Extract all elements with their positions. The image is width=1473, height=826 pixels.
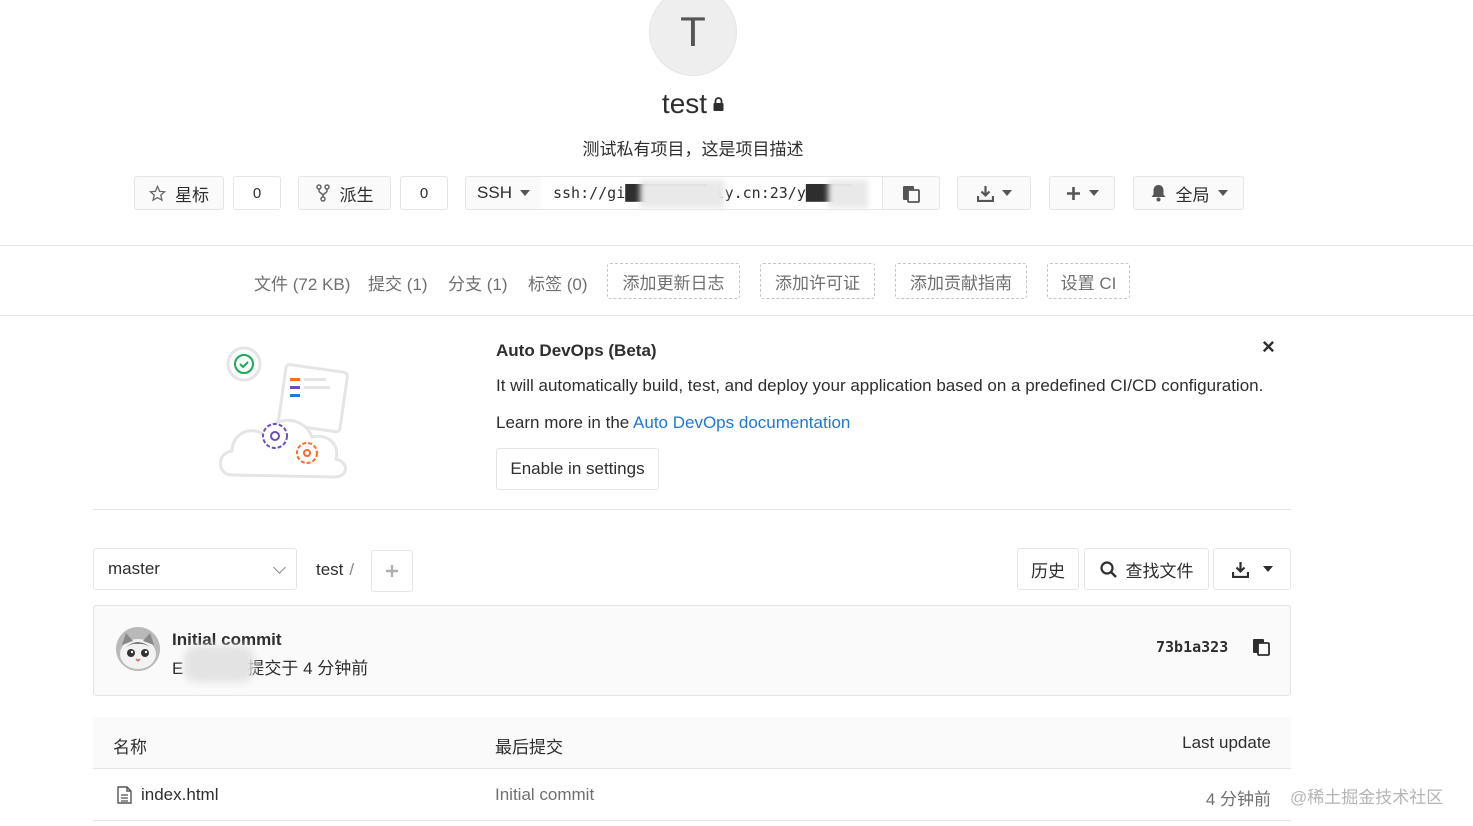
chevron-down-icon [273,561,286,574]
files-stat-link[interactable]: 文件 (72 KB) [254,270,350,295]
find-file-button[interactable]: 查找文件 [1084,548,1209,590]
tags-stat-link[interactable]: 标签 (0) [528,270,588,295]
project-title: test [0,88,1386,120]
plus-icon [386,565,398,577]
download-icon [976,185,994,202]
download-dropdown[interactable] [957,176,1031,210]
enable-in-settings-button[interactable]: Enable in settings [496,448,659,490]
last-commit-panel: Initial commit E 提交于 4 分钟前 73b1a323 [93,605,1291,696]
download-dropdown[interactable] [1213,548,1291,590]
project-description: 测试私有项目，这是项目描述 [582,140,804,159]
redaction-blur [184,646,254,682]
fork-button[interactable]: 派生 [298,176,391,210]
add-license-button[interactable]: 添加许可证 [760,263,875,299]
caret-down-icon [1262,566,1273,572]
file-icon [117,786,132,804]
clone-protocol-dropdown[interactable]: SSH [465,176,542,210]
fork-count[interactable]: 0 [400,176,448,210]
column-header-last-update: Last update [1182,733,1271,752]
file-table-header: 名称 最后提交 Last update [93,717,1291,769]
auto-devops-title: Auto DevOps (Beta) [496,341,657,360]
plus-icon [1066,186,1080,200]
divider [0,245,1473,246]
add-dropdown[interactable] [1049,176,1115,210]
fork-icon [315,184,330,202]
history-button[interactable]: 历史 [1017,548,1079,590]
close-icon[interactable]: × [1262,334,1275,360]
star-icon [149,184,166,202]
column-header-last-commit: 最后提交 [495,738,563,757]
redaction-blur [828,180,868,208]
notification-dropdown[interactable]: 全局 [1133,176,1244,210]
breadcrumb-item[interactable]: test [316,560,343,579]
add-contributing-button[interactable]: 添加贡献指南 [895,263,1027,299]
commit-sha: 73b1a323 [1156,638,1229,656]
commits-stat-link[interactable]: 提交 (1) [368,270,428,295]
star-button[interactable]: 星标 [134,176,224,210]
redaction-blur [640,180,725,208]
file-updated: 4 分钟前 [1205,790,1271,809]
file-name-link[interactable]: index.html [141,785,218,805]
add-changelog-button[interactable]: 添加更新日志 [607,263,740,299]
column-header-name: 名称 [113,738,147,757]
branch-select[interactable]: master [93,548,297,590]
add-to-tree-button[interactable] [371,550,413,592]
table-row[interactable]: index.html Initial commit 4 分钟前 [93,769,1291,821]
search-icon [1099,560,1117,578]
auto-devops-description: It will automatically build, test, and d… [496,376,1264,395]
download-icon [1231,561,1249,578]
caret-down-icon [1217,190,1228,196]
clipboard-icon[interactable] [1252,637,1270,656]
setup-ci-button[interactable]: 设置 CI [1047,263,1130,299]
star-count[interactable]: 0 [233,176,281,210]
divider [0,315,1473,316]
breadcrumb: test / [316,560,355,579]
file-commit-link[interactable]: Initial commit [495,785,594,805]
caret-down-icon [1088,190,1099,196]
commit-author[interactable]: E [172,659,183,678]
project-avatar: T [649,0,737,76]
copy-url-button[interactable] [882,176,940,210]
lock-icon [713,96,724,111]
auto-devops-illustration [218,346,349,479]
watermark: @稀土掘金技术社区 [1290,788,1444,807]
bell-icon [1151,185,1165,202]
avatar[interactable] [116,627,160,671]
clipboard-icon [903,185,920,203]
auto-devops-learn-more: Learn more in the Auto DevOps documentat… [496,413,851,432]
caret-down-icon [1001,190,1012,196]
divider [93,509,1291,510]
branches-stat-link[interactable]: 分支 (1) [448,270,508,295]
caret-down-icon [519,190,530,196]
auto-devops-docs-link[interactable]: Auto DevOps documentation [633,413,850,432]
